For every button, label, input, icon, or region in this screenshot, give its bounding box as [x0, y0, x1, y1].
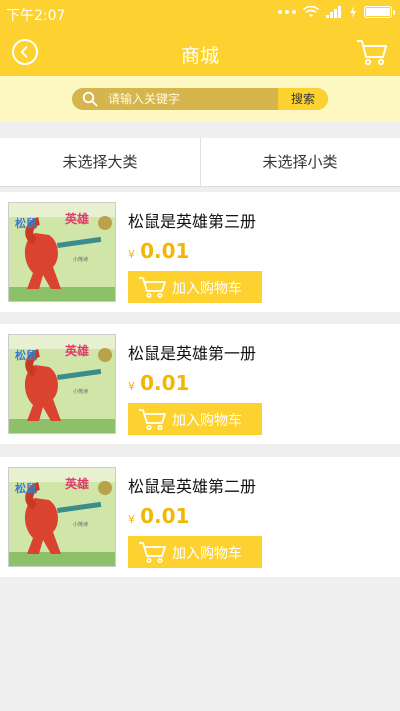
- svg-text:小熊诗: 小熊诗: [73, 256, 88, 263]
- cart-icon: [139, 277, 166, 299]
- search-bar: 搜索: [0, 76, 400, 122]
- product-name: 松鼠是英雄第二册: [128, 477, 257, 496]
- add-to-cart-button[interactable]: 加入购物车: [128, 271, 262, 303]
- page-title: 商城: [180, 45, 219, 67]
- svg-text:松鼠: 松鼠: [15, 481, 37, 495]
- status-icons: [278, 6, 395, 18]
- add-to-cart-label: 加入购物车: [172, 546, 242, 562]
- svg-text:英雄: 英雄: [65, 476, 89, 491]
- svg-text:英雄: 英雄: [65, 343, 89, 358]
- cart-icon: [139, 542, 166, 564]
- wifi-icon: [303, 6, 319, 17]
- price-value: 0.01: [140, 239, 190, 263]
- status-bar: 下午2:07: [0, 0, 400, 28]
- shop-screen: 下午2:07 商城 请输入关键字 搜索 未选择大类 未选择小类 松鼠 英雄 小熊…: [0, 0, 400, 711]
- charging-icon: [350, 6, 356, 18]
- svg-text:松鼠: 松鼠: [15, 348, 37, 362]
- product-name: 松鼠是英雄第三册: [128, 212, 257, 231]
- svg-text:英雄: 英雄: [65, 211, 89, 226]
- cart-icon[interactable]: [356, 38, 388, 66]
- product-price: ¥ 0.01: [128, 371, 189, 395]
- product-price: ¥ 0.01: [128, 239, 189, 263]
- currency-symbol: ¥: [128, 380, 135, 393]
- add-to-cart-button[interactable]: 加入购物车: [128, 536, 262, 568]
- minor-category-select[interactable]: 未选择小类: [200, 138, 400, 186]
- currency-symbol: ¥: [128, 513, 135, 526]
- nav-bar: 商城: [0, 28, 400, 76]
- category-filter: 未选择大类 未选择小类: [0, 138, 400, 187]
- product-name: 松鼠是英雄第一册: [128, 344, 257, 363]
- major-category-select[interactable]: 未选择大类: [0, 138, 200, 186]
- currency-symbol: ¥: [128, 248, 135, 261]
- svg-text:小熊诗: 小熊诗: [73, 521, 88, 528]
- price-value: 0.01: [140, 504, 190, 528]
- product-cover-image[interactable]: 松鼠 英雄 小熊诗: [8, 467, 116, 567]
- product-item[interactable]: 松鼠 英雄 小熊诗 松鼠是英雄第三册 ¥ 0.01 加入购物车: [0, 192, 400, 312]
- more-notifications-icon: [278, 10, 296, 14]
- add-to-cart-label: 加入购物车: [172, 281, 242, 297]
- search-box: 搜索: [72, 88, 328, 110]
- cart-icon: [139, 409, 166, 431]
- status-time: 下午2:07: [6, 8, 66, 24]
- product-price: ¥ 0.01: [128, 504, 189, 528]
- battery-icon: [364, 6, 395, 18]
- product-cover-image[interactable]: 松鼠 英雄 小熊诗: [8, 202, 116, 302]
- product-item[interactable]: 松鼠 英雄 小熊诗 松鼠是英雄第二册 ¥ 0.01 加入购物车: [0, 457, 400, 577]
- search-input[interactable]: [108, 88, 278, 110]
- search-icon: [82, 91, 98, 107]
- svg-text:松鼠: 松鼠: [15, 216, 37, 230]
- svg-text:小熊诗: 小熊诗: [73, 388, 88, 395]
- signal-icon: [326, 6, 341, 18]
- add-to-cart-label: 加入购物车: [172, 413, 242, 429]
- add-to-cart-button[interactable]: 加入购物车: [128, 403, 262, 435]
- product-cover-image[interactable]: 松鼠 英雄 小熊诗: [8, 334, 116, 434]
- product-item[interactable]: 松鼠 英雄 小熊诗 松鼠是英雄第一册 ¥ 0.01 加入购物车: [0, 324, 400, 444]
- search-button[interactable]: 搜索: [278, 88, 328, 110]
- price-value: 0.01: [140, 371, 190, 395]
